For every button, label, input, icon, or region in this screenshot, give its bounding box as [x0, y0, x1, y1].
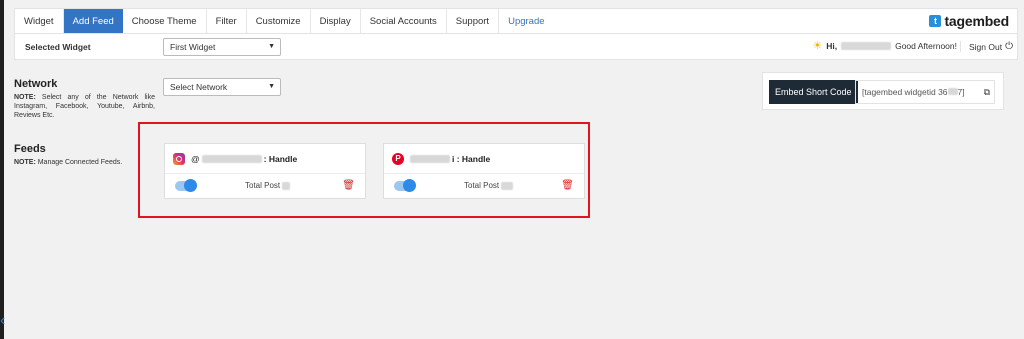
- feed-card-footer: Total Post 🗑: [384, 174, 584, 199]
- toggle-knob: [403, 179, 416, 192]
- redacted-count: [501, 181, 514, 190]
- caret-down-icon: ▼: [268, 83, 275, 90]
- total-post-label: Total Post: [245, 181, 281, 190]
- brand-name: tagembed: [944, 13, 1009, 29]
- feed-handle: @ : Handle: [191, 154, 297, 164]
- brand[interactable]: t tagembed: [929, 13, 1009, 29]
- selected-widget-label: Selected Widget: [25, 42, 91, 52]
- sign-out-label: Sign Out: [969, 41, 1003, 52]
- trash-icon[interactable]: 🗑: [342, 180, 355, 191]
- network-note: NOTE: Select any of the Network like Ins…: [14, 93, 155, 120]
- total-post: Total Post: [245, 181, 291, 190]
- top-nav: Widget Add Feed Choose Theme Filter Cust…: [14, 8, 1018, 34]
- tab-filter[interactable]: Filter: [207, 9, 247, 33]
- tagembed-logo-icon: t: [929, 15, 942, 27]
- left-edge-bar: [0, 0, 4, 339]
- tab-choose-theme[interactable]: Choose Theme: [123, 9, 207, 33]
- handle-prefix: @: [191, 153, 200, 164]
- tab-customize[interactable]: Customize: [247, 9, 311, 33]
- widget-select[interactable]: First Widget ▼: [163, 38, 281, 56]
- feed-card-header: @ : Handle: [165, 144, 365, 174]
- sub-bar: Selected Widget First Widget ▼ ☀ Hi, Goo…: [14, 34, 1018, 60]
- feed-card-header: P i : Handle: [384, 144, 584, 174]
- embed-shortcode-box: Embed Short Code [tagembed widgetid 36 7]…: [762, 72, 1004, 110]
- network-select-value: Select Network: [170, 82, 228, 92]
- total-post: Total Post: [464, 181, 514, 190]
- app: Widget Add Feed Choose Theme Filter Cust…: [14, 8, 1018, 60]
- instagram-icon: [173, 152, 185, 165]
- feed-enable-toggle[interactable]: [175, 179, 197, 192]
- network-title: Network: [14, 78, 58, 90]
- greeting-prefix: Hi,: [826, 41, 838, 51]
- embed-code-text: [tagembed widgetid 36: [862, 87, 948, 97]
- tab-add-feed[interactable]: Add Feed: [63, 9, 123, 33]
- network-note-prefix: NOTE:: [14, 94, 36, 101]
- trash-icon[interactable]: 🗑: [561, 180, 574, 191]
- handle-suffix: : Handle: [263, 153, 298, 164]
- network-select[interactable]: Select Network ▼: [163, 78, 281, 96]
- embed-code-field[interactable]: [tagembed widgetid 36 7] ⧉: [855, 80, 995, 104]
- feeds-note-text: Manage Connected Feeds.: [35, 159, 123, 166]
- feeds-note-prefix: NOTE:: [14, 159, 36, 166]
- pinterest-icon: P: [392, 152, 404, 165]
- feeds-note: NOTE: Manage Connected Feeds.: [14, 158, 154, 167]
- redacted-handle: [201, 154, 262, 163]
- network-note-text: Select any of the Network like Instagram…: [14, 94, 155, 119]
- power-icon: ⏻: [1005, 41, 1013, 52]
- feeds-title: Feeds: [14, 143, 46, 155]
- tab-support[interactable]: Support: [447, 9, 500, 33]
- greeting-suffix: Good Afternoon!: [895, 41, 957, 51]
- total-post-label: Total Post: [464, 181, 500, 190]
- handle-suffix: i : Handle: [452, 153, 491, 164]
- redacted-handle: [410, 154, 450, 163]
- toggle-knob: [184, 179, 197, 192]
- copy-icon[interactable]: ⧉: [984, 81, 990, 103]
- sun-icon: ☀: [812, 40, 823, 52]
- feed-handle: i : Handle: [410, 154, 490, 164]
- chevron-left-icon[interactable]: ‹: [0, 310, 8, 332]
- greeting: ☀ Hi, Good Afternoon!: [812, 40, 957, 52]
- feed-card-instagram: @ : Handle Total Post 🗑: [164, 143, 366, 199]
- feed-card-pinterest: P i : Handle Total Post 🗑: [383, 143, 585, 199]
- feed-card-footer: Total Post 🗑: [165, 174, 365, 199]
- redacted-id: [947, 88, 958, 95]
- embed-shortcode-button[interactable]: Embed Short Code: [769, 80, 858, 104]
- tab-display[interactable]: Display: [311, 9, 361, 33]
- embed-code-end: 7]: [957, 87, 965, 97]
- tab-widget[interactable]: Widget: [15, 9, 64, 33]
- redacted-count: [282, 181, 291, 190]
- redacted-username: [841, 42, 892, 50]
- sign-out-button[interactable]: Sign Out ⏻: [960, 41, 1013, 52]
- feed-enable-toggle[interactable]: [394, 179, 416, 192]
- tab-upgrade[interactable]: Upgrade: [499, 9, 553, 33]
- widget-select-value: First Widget: [170, 42, 216, 52]
- tab-social-accounts[interactable]: Social Accounts: [361, 9, 447, 33]
- caret-down-icon: ▼: [268, 43, 275, 50]
